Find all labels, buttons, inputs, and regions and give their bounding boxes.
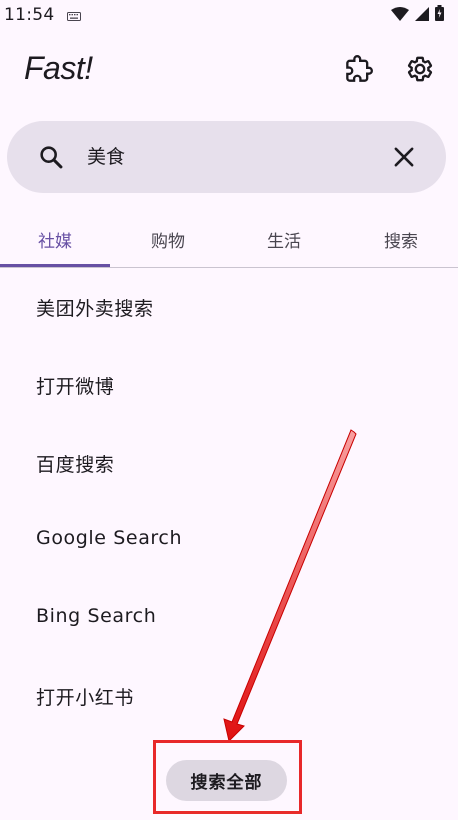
tab-label: 社媒 [38,232,72,252]
annotation-highlight-box [153,740,302,814]
status-left: 11:54 [4,5,81,25]
search-input[interactable]: 美食 [87,143,125,171]
close-icon[interactable] [390,143,418,171]
search-bar[interactable]: 美食 [7,121,446,193]
gear-icon[interactable] [405,54,435,84]
tab-shopping[interactable]: 购物 [113,212,223,267]
extension-puzzle-icon[interactable] [344,54,374,84]
tab-row: 社媒 购物 生活 搜索 [0,212,458,268]
list-item[interactable]: 打开微博 [36,372,114,399]
status-bar: 11:54 [0,0,458,30]
status-time: 11:54 [4,5,55,25]
tab-label: 搜索 [384,232,418,252]
wifi-icon [391,6,409,25]
list-item[interactable]: Google Search [36,527,182,549]
battery-charging-icon [435,5,444,25]
app-title: Fast! [24,50,93,86]
status-right [391,5,444,25]
top-app-bar: Fast! [0,40,458,102]
search-icon[interactable] [37,143,65,171]
tab-life[interactable]: 生活 [229,212,339,267]
keyboard-icon [66,6,81,25]
list-item[interactable]: 美团外卖搜索 [36,294,154,321]
tab-indicator [0,264,110,267]
tab-social[interactable]: 社媒 [0,212,110,267]
list-item[interactable]: Bing Search [36,605,156,627]
tab-label: 生活 [267,232,301,252]
signal-icon [415,6,429,25]
list-item[interactable]: 打开小红书 [36,683,134,710]
tab-search[interactable]: 搜索 [346,212,456,267]
tab-label: 购物 [151,232,185,252]
list-item[interactable]: 百度搜索 [36,450,114,477]
